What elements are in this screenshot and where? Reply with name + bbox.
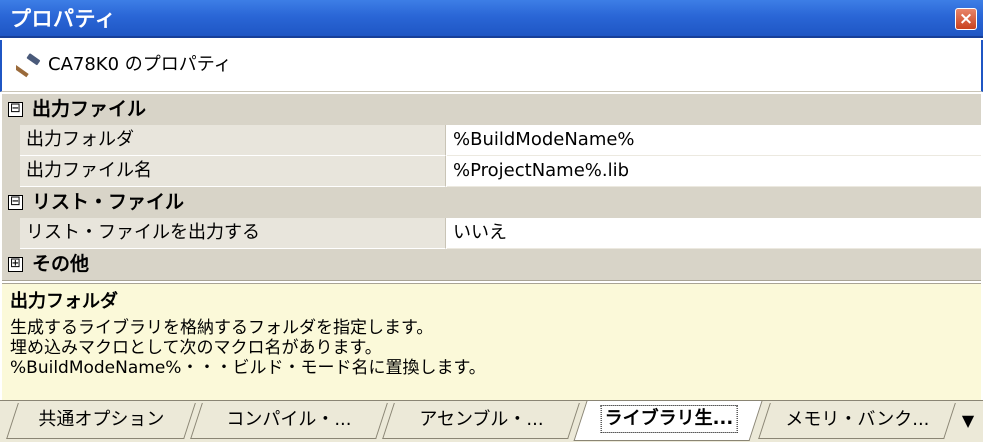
description-line: %BuildModeName%・・・ビルド・モード名に置換します。 [10, 358, 486, 378]
tab-assemble[interactable]: アセンブル・... [382, 403, 580, 439]
window-titlebar: プロパティ × [0, 0, 983, 38]
category-label: その他 [32, 253, 90, 275]
category-row-output-file[interactable]: ⊟ 出力ファイル [2, 94, 981, 125]
property-name: リスト・ファイルを出力する [26, 222, 260, 243]
collapse-icon[interactable]: ⊟ [8, 195, 23, 210]
tab-bar: 共通オプション コンパイル・... アセンブル・... ライブラリ生... メモ… [0, 400, 983, 442]
property-name: 出力フォルダ [26, 129, 134, 150]
tab-label: アセンブル・... [419, 409, 544, 430]
property-value-cell[interactable]: %ProjectName%.lib [447, 156, 981, 187]
expand-icon[interactable]: ⊞ [8, 257, 23, 272]
heading-text: CA78K0 のプロパティ [48, 54, 232, 75]
property-grid: ⊟ 出力ファイル 出力フォルダ %BuildModeName% 出力ファイル名 … [2, 94, 981, 281]
category-row-other[interactable]: ⊞ その他 [2, 249, 981, 280]
property-row-output-folder[interactable]: 出力フォルダ %BuildModeName% [2, 125, 981, 156]
tab-compile[interactable]: コンパイル・... [190, 403, 388, 439]
property-heading: CA78K0 のプロパティ [0, 40, 983, 92]
property-name-cell: リスト・ファイルを出力する [20, 218, 446, 249]
description-line: 生成するライブラリを格納するフォルダを指定します。 [10, 318, 434, 338]
tab-label: ライブラリ生... [600, 405, 737, 433]
description-title: 出力フォルダ [10, 291, 118, 312]
tab-label: コンパイル・... [226, 409, 352, 430]
description-line: 埋め込みマクロとして次のマクロ名があります。 [10, 338, 382, 358]
property-value-cell[interactable]: %BuildModeName% [447, 125, 981, 156]
collapse-icon[interactable]: ⊟ [8, 102, 23, 117]
description-panel: 出力フォルダ 生成するライブラリを格納するフォルダを指定します。 埋め込みマクロ… [2, 283, 981, 400]
row-gutter [2, 125, 20, 156]
property-name-cell: 出力フォルダ [20, 125, 446, 156]
tab-memory-bank[interactable]: メモリ・バンク... [758, 403, 956, 439]
row-gutter [2, 156, 20, 187]
tab-label: 共通オプション [38, 409, 165, 430]
property-name: 出力ファイル名 [26, 160, 152, 181]
property-value: いいえ [453, 222, 507, 243]
tab-common-options[interactable]: 共通オプション [6, 403, 196, 439]
property-value-cell[interactable]: いいえ [447, 218, 981, 249]
category-label: リスト・ファイル [32, 191, 185, 213]
window-title: プロパティ [10, 7, 117, 31]
property-row-output-file-name[interactable]: 出力ファイル名 %ProjectName%.lib [2, 156, 981, 187]
dropdown-arrow-icon[interactable]: ▼ [959, 411, 977, 431]
property-name-cell: 出力ファイル名 [20, 156, 446, 187]
close-icon[interactable]: × [955, 8, 977, 30]
property-row-output-list-file[interactable]: リスト・ファイルを出力する いいえ [2, 218, 981, 249]
tab-label: メモリ・バンク... [785, 409, 930, 430]
category-label: 出力ファイル [32, 98, 147, 120]
row-gutter [2, 218, 20, 249]
category-row-list-file[interactable]: ⊟ リスト・ファイル [2, 187, 981, 218]
property-value: %BuildModeName% [453, 129, 635, 150]
property-value: %ProjectName%.lib [453, 160, 630, 181]
hammer-icon [16, 53, 41, 78]
tab-library-generate[interactable]: ライブラリ生... [573, 401, 763, 441]
